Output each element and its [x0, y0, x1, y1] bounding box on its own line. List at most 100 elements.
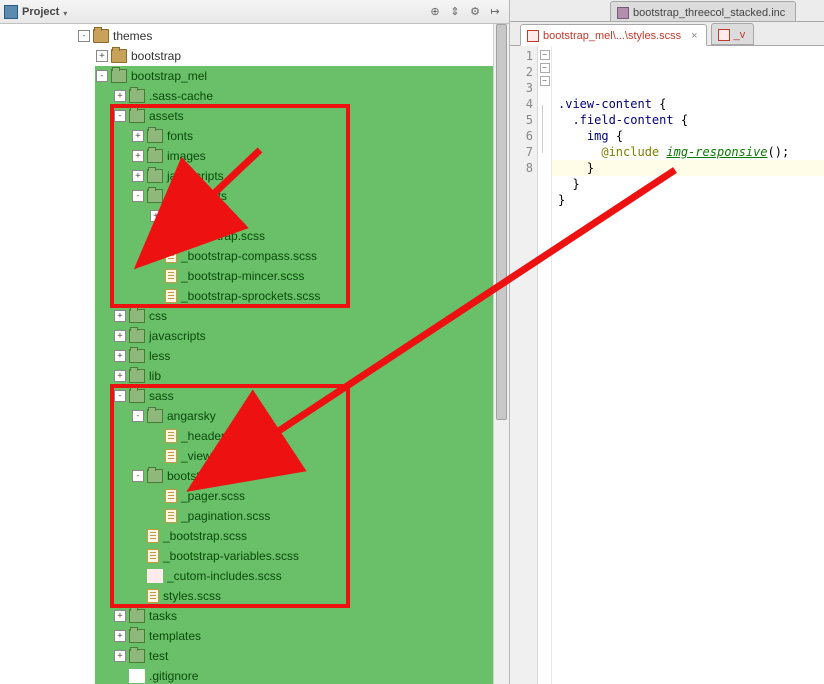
- tree-node[interactable]: .gitignore: [0, 666, 509, 684]
- tree-node[interactable]: +less: [0, 346, 509, 366]
- tree-node[interactable]: -sass: [0, 386, 509, 406]
- collapse-icon[interactable]: -: [78, 30, 90, 42]
- editor-tab-label: _v: [734, 29, 746, 41]
- file-icon: [147, 589, 159, 603]
- tree-node[interactable]: styles.scss: [0, 586, 509, 606]
- close-tab-icon[interactable]: ×: [691, 30, 697, 42]
- tree-node[interactable]: - bootstrap: [0, 466, 509, 486]
- settings-gear-button[interactable]: ⚙: [465, 3, 485, 21]
- tree-node[interactable]: +fonts: [0, 126, 509, 146]
- tree-node-label: _pagination.scss: [181, 509, 270, 523]
- editor-tab[interactable]: _v: [711, 23, 755, 45]
- expand-icon[interactable]: +: [114, 650, 126, 662]
- scss-file-icon: [718, 29, 730, 41]
- collapse-icon[interactable]: -: [96, 70, 108, 82]
- collapse-icon[interactable]: -: [114, 110, 126, 122]
- top-tab-file[interactable]: bootstrap_threecol_stacked.inc: [610, 1, 796, 21]
- expand-icon[interactable]: +: [114, 610, 126, 622]
- expand-icon[interactable]: +: [132, 150, 144, 162]
- expand-icon[interactable]: +: [114, 310, 126, 322]
- tree-node[interactable]: + test: [0, 646, 509, 666]
- editor-file-tabs: bootstrap_mel\...\styles.scss× _v: [510, 22, 824, 46]
- tree-node[interactable]: _bootstrap.scss: [0, 526, 509, 546]
- tree-node-label: _bootstrap-compass.scss: [181, 249, 317, 263]
- expand-icon[interactable]: +: [114, 630, 126, 642]
- tree-node[interactable]: + bootstrap: [0, 46, 509, 66]
- folder-icon: [129, 609, 145, 623]
- tree-node[interactable]: _bootstrap-compass.scss: [0, 246, 509, 266]
- expand-icon[interactable]: +: [132, 130, 144, 142]
- line-number: 4: [510, 96, 533, 112]
- line-number: 5: [510, 112, 533, 128]
- code-editor[interactable]: 12345678 −−− .view-content { .field-cont…: [510, 46, 824, 684]
- fold-collapse-icon[interactable]: −: [540, 63, 550, 73]
- collapse-icon[interactable]: -: [114, 390, 126, 402]
- tree-node-label: bootstrap: [131, 49, 181, 63]
- expand-icon[interactable]: +: [114, 330, 126, 342]
- tree-node[interactable]: _bootstrap-sprockets.scss: [0, 286, 509, 306]
- tree-node-label: javascripts: [167, 169, 224, 183]
- fold-gutter[interactable]: − − −: [538, 46, 552, 684]
- tree-node[interactable]: _bootstrap.scss: [0, 226, 509, 246]
- tree-node[interactable]: _bootstrap-variables.scss: [0, 546, 509, 566]
- hide-panel-button[interactable]: ↦: [485, 3, 505, 21]
- expand-icon[interactable]: +: [114, 90, 126, 102]
- file-icon: [165, 269, 177, 283]
- fold-collapse-icon[interactable]: −: [540, 76, 550, 86]
- tree-node[interactable]: -themes: [0, 26, 509, 46]
- folder-icon: [111, 49, 127, 63]
- tree-node[interactable]: +images: [0, 146, 509, 166]
- file-icon: [129, 669, 145, 683]
- collapse-icon[interactable]: -: [132, 190, 144, 202]
- tree-node[interactable]: -angarsky: [0, 406, 509, 426]
- code-area[interactable]: .view-content { .field-content { img { @…: [552, 46, 824, 684]
- folder-icon: [129, 109, 145, 123]
- expand-icon[interactable]: +: [150, 210, 162, 222]
- tree-node-label: _pager.scss: [181, 489, 245, 503]
- tree-node[interactable]: +css: [0, 306, 509, 326]
- scroll-from-source-button[interactable]: ⊕: [425, 3, 445, 21]
- expand-icon[interactable]: +: [114, 350, 126, 362]
- tree-node-label: bootstrap: [167, 469, 217, 483]
- project-scope-dropdown[interactable]: [63, 7, 73, 17]
- tree-node[interactable]: +.sass-cache: [0, 86, 509, 106]
- tree-node-label: _bootstrap-variables.scss: [163, 549, 299, 563]
- tree-node-label: _views.scss: [181, 449, 245, 463]
- collapse-icon[interactable]: -: [132, 470, 144, 482]
- tree-node[interactable]: _bootstrap-mincer.scss: [0, 266, 509, 286]
- expand-icon[interactable]: +: [114, 370, 126, 382]
- tree-node-label: .gitignore: [149, 669, 198, 683]
- tree-node-label: styles.scss: [163, 589, 221, 603]
- tree-node[interactable]: -assets: [0, 106, 509, 126]
- tree-node-label: _bootstrap-mincer.scss: [181, 269, 304, 283]
- code-line: @include img-responsive();: [558, 144, 824, 160]
- tree-node[interactable]: +templates: [0, 626, 509, 646]
- tree-node[interactable]: + javascripts: [0, 166, 509, 186]
- tree-node[interactable]: +lib: [0, 366, 509, 386]
- tree-node[interactable]: +bootstrap: [0, 206, 509, 226]
- tree-node-label: test: [149, 649, 168, 663]
- tree-node[interactable]: -bootstrap_mel: [0, 66, 509, 86]
- expand-icon[interactable]: +: [132, 170, 144, 182]
- folder-icon: [129, 389, 145, 403]
- project-tree[interactable]: -themes + bootstrap -bootstrap_mel+.sass-ca…: [0, 24, 509, 684]
- file-icon: [165, 229, 177, 243]
- tree-node[interactable]: _views.scss: [0, 446, 509, 466]
- tree-node[interactable]: +tasks: [0, 606, 509, 626]
- tree-node[interactable]: _header.scss: [0, 426, 509, 446]
- collapse-icon[interactable]: -: [132, 410, 144, 422]
- expand-icon[interactable]: +: [96, 50, 108, 62]
- folder-icon: [147, 169, 163, 183]
- tree-node-label: javascripts: [149, 329, 206, 343]
- tree-node[interactable]: _pagination.scss: [0, 506, 509, 526]
- folder-icon: [129, 89, 145, 103]
- tree-node[interactable]: _cutom-includes.scss: [0, 566, 509, 586]
- tree-node[interactable]: + javascripts: [0, 326, 509, 346]
- tree-node-label: _header.scss: [181, 429, 252, 443]
- tree-node[interactable]: -stylesheets: [0, 186, 509, 206]
- folder-icon: [165, 209, 181, 223]
- editor-tab[interactable]: bootstrap_mel\...\styles.scss×: [520, 24, 707, 46]
- tree-node[interactable]: _pager.scss: [0, 486, 509, 506]
- collapse-all-button[interactable]: ⇕: [445, 3, 465, 21]
- fold-collapse-icon[interactable]: −: [540, 50, 550, 60]
